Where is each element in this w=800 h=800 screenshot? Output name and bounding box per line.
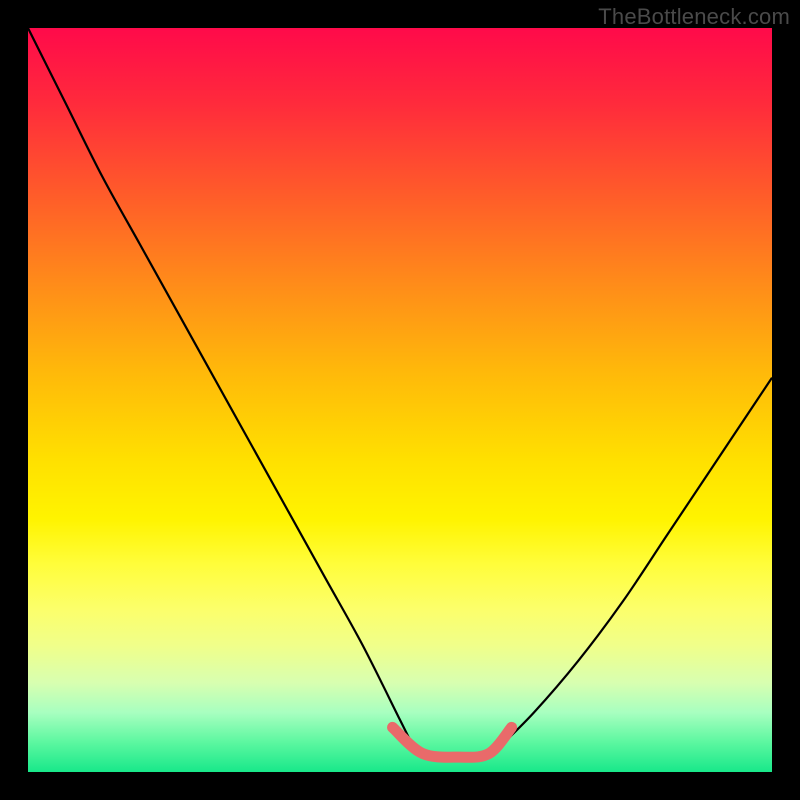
outer-frame: TheBottleneck.com	[0, 0, 800, 800]
bottleneck-marker	[393, 727, 512, 757]
right-curve	[497, 378, 772, 750]
left-curve	[28, 28, 415, 750]
gradient-plot-area	[28, 28, 772, 772]
curve-layer	[28, 28, 772, 772]
watermark-label: TheBottleneck.com	[598, 4, 790, 30]
